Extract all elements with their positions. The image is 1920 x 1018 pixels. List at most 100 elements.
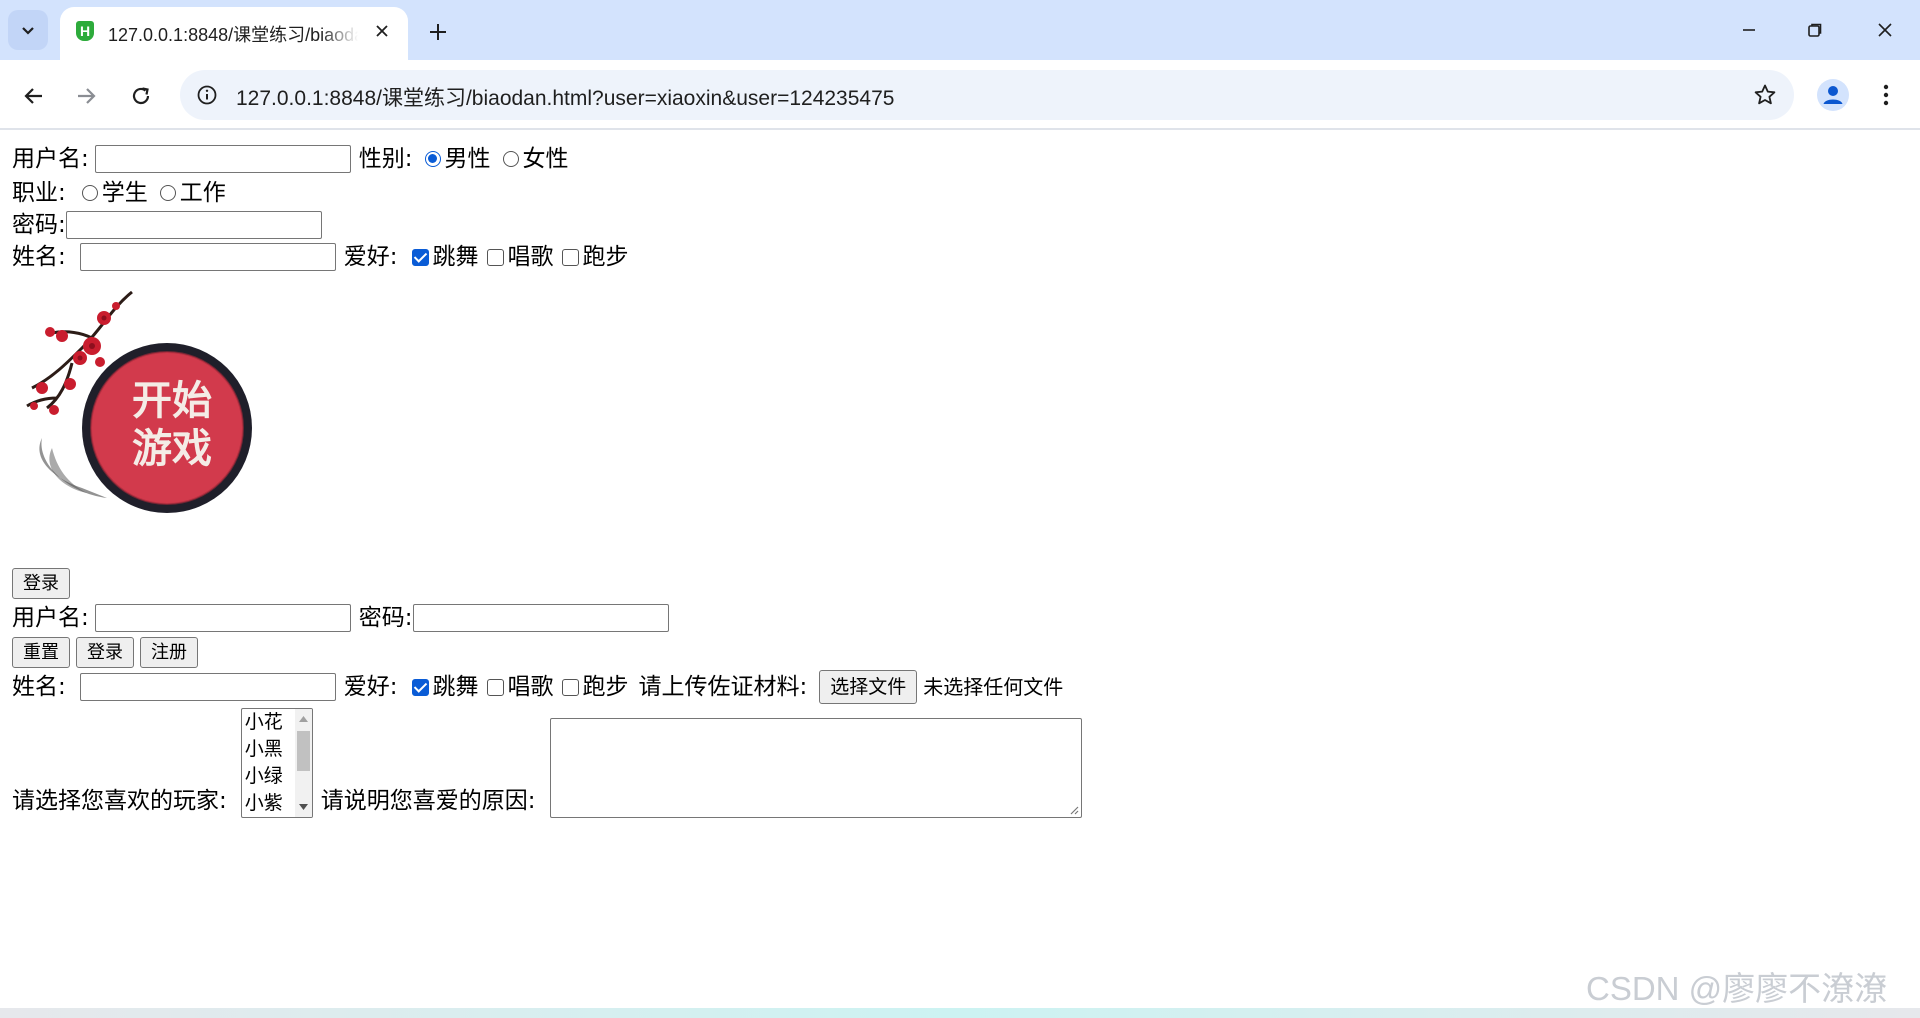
hobby-run-label-2: 跑步 — [582, 674, 629, 700]
close-icon — [376, 25, 388, 37]
username-input[interactable] — [94, 145, 351, 173]
gender-male-label: 男性 — [444, 146, 491, 172]
csdn-watermark: CSDN @廖廖不潦潦 — [1586, 970, 1888, 1007]
form-buttons-row: 重置 登录 注册 — [12, 637, 1912, 668]
back-button[interactable] — [14, 76, 54, 116]
file-status-text: 未选择任何文件 — [923, 675, 1064, 699]
register-button[interactable]: 注册 — [140, 637, 198, 668]
submit-login-button[interactable]: 登录 — [76, 637, 134, 668]
choose-file-button[interactable]: 选择文件 — [819, 670, 918, 704]
hobby-label: 爱好: — [343, 244, 398, 270]
more-vertical-icon — [1883, 84, 1889, 106]
reason-textarea[interactable] — [549, 718, 1082, 818]
reason-label: 请说明您喜爱的原因: — [320, 788, 536, 814]
toolbar-divider — [0, 128, 1920, 130]
login-button[interactable]: 登录 — [12, 568, 70, 599]
start-game-line1: 开始 — [132, 377, 212, 424]
hobby-run-checkbox-2[interactable] — [561, 678, 579, 696]
hbuilder-favicon-icon: H — [76, 21, 94, 41]
browser-menu-button[interactable] — [1870, 76, 1902, 114]
avatar-icon — [1817, 79, 1849, 111]
profile-button[interactable] — [1814, 76, 1852, 114]
hobby-label-2: 爱好: — [343, 674, 398, 700]
site-info-button[interactable] — [194, 82, 220, 108]
job-label: 职业: — [12, 180, 66, 206]
login-form-row: 用户名: 密码: — [12, 601, 1912, 635]
hobby-run-checkbox[interactable] — [561, 248, 579, 266]
reload-button[interactable] — [121, 76, 161, 116]
chevron-down-icon — [22, 27, 34, 35]
password-label: 密码: — [12, 212, 66, 238]
page-content: 用户名: 性别: 男性 女性 职业: 学生 工作 密码: 姓名: 爱好: 跳舞 … — [12, 142, 1912, 818]
bookmark-star-button[interactable] — [1752, 82, 1778, 108]
gender-label: 性别: — [358, 146, 413, 172]
start-game-image: 开始 游戏 — [12, 288, 276, 528]
listbox-scrollbar[interactable] — [294, 709, 312, 817]
close-icon — [1878, 23, 1892, 37]
window-close-button[interactable] — [1852, 8, 1918, 52]
job-work-radio[interactable] — [159, 185, 176, 201]
hobby-dance-checkbox-2[interactable] — [411, 678, 429, 696]
hobby-sing-checkbox-2[interactable] — [486, 678, 504, 696]
gender-female-radio[interactable] — [502, 151, 519, 167]
hobby-sing-label-2: 唱歌 — [507, 674, 554, 700]
browser-toolbar: 127.0.0.1:8848/课堂练习/biaodan.html?user=xi… — [0, 60, 1920, 128]
job-row: 职业: 学生 工作 — [12, 176, 1912, 210]
name-hobby-upload-row: 姓名: 爱好: 跳舞 唱歌 跑步 请上传佐证材料: 选择文件 未选择任何文件 — [12, 670, 1912, 704]
login-username-label: 用户名: — [12, 605, 89, 631]
login-password-label: 密码: — [358, 605, 413, 631]
forward-button[interactable] — [66, 76, 106, 116]
scroll-down-icon — [298, 804, 308, 810]
name-label-2: 姓名: — [12, 674, 66, 700]
login-password-input[interactable] — [412, 604, 669, 632]
tab-strip: H 127.0.0.1:8848/课堂练习/biaodan.html — [0, 0, 1920, 60]
job-student-label: 学生 — [101, 180, 148, 206]
tab-close-button[interactable] — [370, 19, 394, 43]
reset-button[interactable]: 重置 — [12, 637, 70, 668]
hobby-dance-label: 跳舞 — [432, 244, 479, 270]
name-label: 姓名: — [12, 244, 66, 270]
password-input[interactable] — [65, 211, 322, 239]
taskbar-edge — [0, 1008, 1920, 1018]
resize-handle-icon[interactable] — [1069, 805, 1079, 815]
minimize-icon — [1743, 29, 1755, 31]
hobby-dance-label-2: 跳舞 — [432, 674, 479, 700]
player-listbox[interactable]: 小花 小黑 小绿 小紫 — [240, 708, 313, 818]
start-game-line2: 游戏 — [132, 425, 212, 472]
gender-male-radio[interactable] — [424, 151, 441, 167]
tab-title: 127.0.0.1:8848/课堂练习/biaodan.html — [108, 25, 358, 43]
hobby-dance-checkbox[interactable] — [411, 248, 429, 266]
player-label: 请选择您喜欢的玩家: — [12, 788, 227, 814]
player-reason-row: 请选择您喜欢的玩家: 小花 小黑 小绿 小紫 请说明您喜爱的原因: — [12, 708, 1912, 818]
tab-search-button[interactable] — [8, 10, 48, 50]
login-username-input[interactable] — [94, 604, 351, 632]
restore-button[interactable] — [1782, 8, 1848, 52]
minimize-button[interactable] — [1716, 8, 1782, 52]
upload-label: 请上传佐证材料: — [638, 674, 808, 700]
name-input[interactable] — [79, 243, 336, 271]
star-icon — [1754, 84, 1776, 105]
listbox-scroll-thumb[interactable] — [296, 731, 310, 771]
hobby-sing-checkbox[interactable] — [486, 248, 504, 266]
browser-tab[interactable]: H 127.0.0.1:8848/课堂练习/biaodan.html — [60, 7, 408, 60]
password-row: 密码: — [12, 210, 1912, 240]
address-bar[interactable]: 127.0.0.1:8848/课堂练习/biaodan.html?user=xi… — [180, 70, 1794, 120]
hobby-run-label: 跑步 — [582, 244, 629, 270]
name-hobby-row: 姓名: 爱好: 跳舞 唱歌 跑步 — [12, 240, 1912, 274]
plus-icon — [430, 24, 446, 40]
url-text: 127.0.0.1:8848/课堂练习/biaodan.html?user=xi… — [236, 87, 895, 110]
hobby-sing-label: 唱歌 — [507, 244, 554, 270]
name-input-2[interactable] — [79, 673, 336, 701]
username-gender-row: 用户名: 性别: 男性 女性 — [12, 142, 1912, 176]
scroll-up-icon — [298, 716, 308, 722]
arrow-left-icon — [24, 88, 42, 104]
restore-icon — [1808, 23, 1822, 37]
reload-icon — [132, 87, 150, 105]
login-button-row: 登录 — [12, 568, 1912, 599]
arrow-right-icon — [78, 88, 96, 104]
new-tab-button[interactable] — [420, 14, 456, 50]
username-label: 用户名: — [12, 146, 89, 172]
gender-female-label: 女性 — [522, 146, 569, 172]
job-work-label: 工作 — [179, 180, 226, 206]
job-student-radio[interactable] — [81, 185, 98, 201]
